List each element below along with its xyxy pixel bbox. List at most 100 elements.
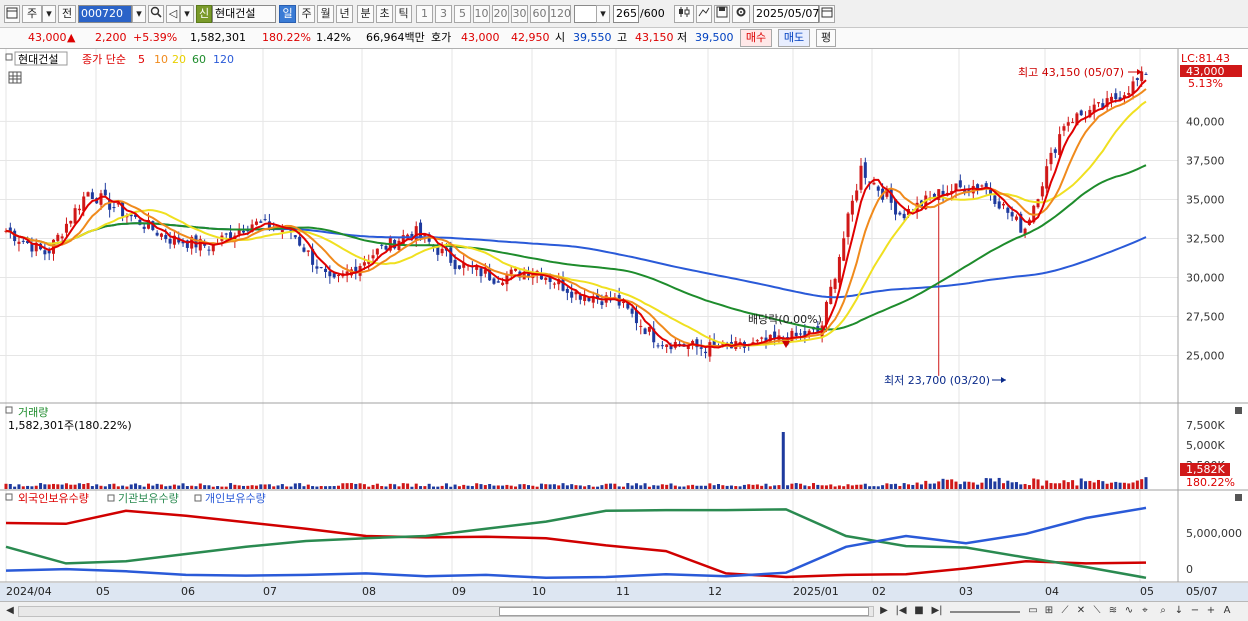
interval-60-button[interactable]: 60	[530, 5, 549, 23]
volume-bar	[691, 484, 695, 489]
zoom-slider[interactable]	[950, 611, 1020, 613]
stop-icon[interactable]: ■	[912, 604, 926, 619]
magnifier-icon[interactable]: ⌕	[1156, 604, 1170, 619]
font-size-icon[interactable]: A	[1220, 604, 1234, 619]
chart-line-icon[interactable]: ⟋	[1058, 604, 1072, 619]
holding-close-icon[interactable]	[1235, 494, 1242, 501]
volume-bar	[138, 485, 142, 489]
volume-bar	[613, 483, 617, 489]
candle-body	[1014, 216, 1018, 220]
chart-area[interactable]: 현대건설 종가 단순 5 10 20 60 120 40,000 37,500 35…	[0, 49, 1248, 601]
zoom-in-icon[interactable]: +	[1204, 604, 1218, 619]
prev-button[interactable]: 전	[58, 5, 76, 23]
period-select[interactable]: 주	[22, 5, 42, 23]
candle-body	[142, 226, 146, 229]
candle-body	[293, 235, 297, 238]
candle-body	[1109, 96, 1113, 102]
period-month-button[interactable]: 월	[317, 5, 334, 23]
interval-5-button[interactable]: 5	[454, 5, 471, 23]
candle-body	[1045, 166, 1049, 189]
candle-body	[43, 250, 47, 255]
eval-button[interactable]: 평	[816, 29, 836, 47]
volume-bar	[43, 484, 47, 489]
volume-bar	[1001, 483, 1006, 489]
arrow-down-icon[interactable]: ↓	[1172, 604, 1186, 619]
candle-body	[842, 238, 846, 261]
candle-body	[1062, 126, 1066, 131]
draw-tool-icon[interactable]	[696, 5, 712, 23]
interval-dropdown-icon[interactable]: ▾	[596, 5, 610, 23]
wave-icon[interactable]: ∿	[1122, 604, 1136, 619]
interval-custom-input[interactable]	[574, 5, 598, 23]
volume-bar	[919, 484, 923, 489]
period-minute-button[interactable]: 분	[357, 5, 374, 23]
candle-body	[898, 212, 902, 215]
last-page-icon[interactable]: ▶|	[930, 604, 944, 619]
period-dropdown-icon[interactable]: ▾	[42, 5, 56, 23]
zoom-mode-icon[interactable]: ⊞	[1042, 604, 1056, 619]
volume-bar	[60, 484, 64, 489]
period-second-button[interactable]: 초	[376, 5, 393, 23]
interval-1-button[interactable]: 1	[416, 5, 433, 23]
fib-icon[interactable]: ≋	[1106, 604, 1120, 619]
volume-bar	[1096, 479, 1101, 489]
save-icon[interactable]	[714, 5, 730, 23]
interval-120-button[interactable]: 120	[549, 5, 571, 23]
volume-bar	[1062, 480, 1066, 489]
buy-button[interactable]: 매수	[740, 29, 772, 47]
bid-price: 42,950	[511, 31, 550, 44]
candle-body	[414, 226, 418, 241]
volume-bar	[259, 484, 263, 489]
date-input[interactable]: 2025/05/07	[753, 5, 819, 23]
candle-body	[362, 262, 366, 266]
interval-20-button[interactable]: 20	[492, 5, 509, 23]
code-dropdown-icon[interactable]: ▾	[132, 5, 146, 23]
zoom-fit-icon[interactable]: ▭	[1026, 604, 1040, 619]
interval-3-button[interactable]: 3	[435, 5, 452, 23]
volume-bar	[587, 485, 591, 489]
volume-bar	[768, 486, 772, 489]
period-day-button[interactable]: 일	[279, 5, 296, 23]
volume-bar	[1045, 480, 1049, 489]
interval-10-button[interactable]: 10	[473, 5, 490, 23]
calendar-icon[interactable]	[819, 5, 835, 23]
volume-bar	[1075, 485, 1079, 489]
volume-close-icon[interactable]	[1235, 407, 1242, 414]
chart-window-icon[interactable]	[4, 5, 20, 23]
stock-code-input[interactable]: 000720	[78, 5, 132, 23]
xaxis-label: 2024/04	[6, 585, 52, 598]
period-week-button[interactable]: 주	[298, 5, 315, 23]
stock-chart-svg[interactable]: 현대건설 종가 단순 5 10 20 60 120 40,00037,50035…	[0, 49, 1248, 601]
data-count-input[interactable]: 265	[613, 5, 639, 23]
xaxis-label: 04	[1045, 585, 1059, 598]
period-tick-button[interactable]: 틱	[395, 5, 412, 23]
sound-icon[interactable]: ◁	[166, 5, 180, 23]
volume-bar	[410, 486, 414, 489]
scrollbar-thumb[interactable]	[499, 607, 869, 616]
first-page-icon[interactable]: |◀	[894, 604, 908, 619]
volume-bar	[552, 484, 556, 489]
candle-body	[492, 278, 496, 284]
candle-body	[1144, 73, 1148, 75]
period-year-button[interactable]: 년	[336, 5, 353, 23]
horizontal-scrollbar[interactable]	[18, 606, 874, 617]
trend-icon[interactable]: ⟍	[1090, 604, 1104, 619]
sound-dropdown-icon[interactable]: ▾	[180, 5, 194, 23]
zoom-out-icon[interactable]: −	[1188, 604, 1202, 619]
gear-icon[interactable]	[732, 5, 750, 23]
interval-30-button[interactable]: 30	[511, 5, 528, 23]
sell-button[interactable]: 매도	[778, 29, 810, 47]
volume-bar	[557, 485, 561, 489]
search-icon[interactable]	[148, 5, 164, 23]
xaxis-label: 03	[959, 585, 973, 598]
table-icon[interactable]	[8, 71, 22, 84]
volume-bar	[764, 483, 768, 489]
candle-type-icon[interactable]	[674, 5, 694, 23]
volume-bar	[958, 484, 962, 489]
tool-icon[interactable]: ⌖	[1138, 604, 1152, 619]
scroll-left-icon[interactable]: ◀	[4, 604, 16, 619]
scroll-right-icon[interactable]: ▶	[878, 604, 890, 619]
volume-bar	[993, 481, 997, 489]
volume-bar	[846, 484, 850, 489]
cross-icon[interactable]: ✕	[1074, 604, 1088, 619]
